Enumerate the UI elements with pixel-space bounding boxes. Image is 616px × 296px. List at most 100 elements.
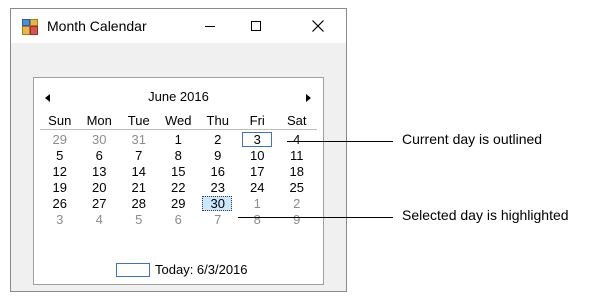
- calendar-week-row: 26 27 28 29 30 1 2: [40, 196, 317, 212]
- close-icon: [312, 20, 324, 32]
- day-number: 13: [92, 164, 107, 179]
- day-number: 30: [210, 196, 225, 211]
- month-calendar-window: Month Calendar June 2016 Sun Mon Tue Wed…: [10, 8, 347, 292]
- day-number: 25: [289, 180, 304, 195]
- day-of-week-label: Mon: [86, 113, 112, 128]
- calendar-day-cell[interactable]: 5: [40, 148, 80, 164]
- calendar-day-cell[interactable]: 9: [277, 212, 317, 228]
- today-link[interactable]: Today: 6/3/2016: [34, 262, 323, 278]
- day-number: 9: [293, 212, 301, 227]
- calendar-day-cell[interactable]: 29: [159, 196, 199, 212]
- day-number: 6: [174, 212, 182, 227]
- day-of-week-header: Sun Mon Tue Wed Thu Fri Sat: [40, 113, 317, 130]
- day-number: 28: [131, 196, 146, 211]
- calendar-day-cell[interactable]: 6: [80, 148, 120, 164]
- day-number: 16: [210, 164, 225, 179]
- form-client-area: June 2016 Sun Mon Tue Wed Thu Fri Sat 29…: [11, 43, 346, 291]
- day-number: 27: [92, 196, 107, 211]
- selected-day-callout-line: [238, 217, 393, 218]
- today-label: Today: 6/3/2016: [155, 262, 248, 277]
- calendar-day-cell[interactable]: 4: [80, 212, 120, 228]
- calendar-day-cell[interactable]: 2: [277, 196, 317, 212]
- current-day-cell[interactable]: 3: [238, 132, 278, 148]
- calendar-day-cell[interactable]: 13: [80, 164, 120, 180]
- calendar-day-cell[interactable]: 29: [40, 132, 80, 148]
- calendar-day-cell[interactable]: 8: [159, 148, 199, 164]
- day-number: 4: [293, 132, 301, 147]
- calendar-day-cell[interactable]: 14: [119, 164, 159, 180]
- calendar-day-cell[interactable]: 8: [238, 212, 278, 228]
- day-number: 18: [289, 164, 304, 179]
- calendar-day-cell[interactable]: 3: [40, 212, 80, 228]
- calendar-day-cell[interactable]: 31: [119, 132, 159, 148]
- day-number: 7: [214, 212, 222, 227]
- calendar-day-cell[interactable]: 30: [80, 132, 120, 148]
- day-number: 29: [52, 132, 67, 147]
- day-of-week-label: Tue: [127, 113, 150, 128]
- calendar-week-row: 12 13 14 15 16 17 18: [40, 164, 317, 180]
- day-of-week-label: Thu: [206, 113, 229, 128]
- day-number: 21: [131, 180, 146, 195]
- calendar-week-row: 29 30 31 1 2 3 4: [40, 132, 317, 148]
- day-number: 17: [250, 164, 265, 179]
- calendar-day-cell[interactable]: 20: [80, 180, 120, 196]
- month-calendar[interactable]: June 2016 Sun Mon Tue Wed Thu Fri Sat 29…: [33, 77, 324, 285]
- selected-day-callout: Selected day is highlighted: [402, 207, 569, 223]
- calendar-day-cell[interactable]: 25: [277, 180, 317, 196]
- calendar-week-row: 19 20 21 22 23 24 25: [40, 180, 317, 196]
- day-number: 8: [174, 148, 182, 163]
- calendar-day-cell[interactable]: 12: [40, 164, 80, 180]
- calendar-day-cell[interactable]: 10: [238, 148, 278, 164]
- day-number: 4: [95, 212, 103, 227]
- day-of-week-label: Wed: [165, 113, 192, 128]
- maximize-icon: [251, 21, 261, 31]
- calendar-week-row: 3 4 5 6 7 8 9: [40, 212, 317, 228]
- calendar-day-cell[interactable]: 17: [238, 164, 278, 180]
- calendar-day-cell[interactable]: 16: [198, 164, 238, 180]
- calendar-day-cell[interactable]: 7: [198, 212, 238, 228]
- calendar-day-cell[interactable]: 21: [119, 180, 159, 196]
- month-title[interactable]: June 2016: [34, 89, 323, 104]
- calendar-day-cell[interactable]: 2: [198, 132, 238, 148]
- current-day-callout: Current day is outlined: [402, 131, 543, 147]
- calendar-day-cell[interactable]: 1: [159, 132, 199, 148]
- calendar-day-cell[interactable]: 7: [119, 148, 159, 164]
- day-of-week-label: Fri: [249, 113, 265, 128]
- minimize-button[interactable]: [187, 9, 233, 43]
- calendar-day-cell[interactable]: 26: [40, 196, 80, 212]
- day-number: 26: [52, 196, 67, 211]
- calendar-day-cell[interactable]: 4: [277, 132, 317, 148]
- today-marker: [116, 263, 150, 277]
- day-number: 11: [290, 148, 304, 163]
- calendar-day-cell[interactable]: 18: [277, 164, 317, 180]
- calendar-day-cell[interactable]: 5: [119, 212, 159, 228]
- next-month-button[interactable]: [301, 90, 317, 106]
- close-button[interactable]: [295, 9, 341, 43]
- day-grid: 29 30 31 1 2 3 4 5 6 7 8 9 10 11 12 13 14 15 16 17 18 19 20 21 2…: [40, 132, 317, 228]
- day-number: 14: [131, 164, 146, 179]
- day-number: 15: [171, 164, 186, 179]
- calendar-day-cell[interactable]: 19: [40, 180, 80, 196]
- day-number: 5: [135, 212, 143, 227]
- day-number: 29: [171, 196, 186, 211]
- calendar-day-cell[interactable]: 22: [159, 180, 199, 196]
- day-number: 1: [174, 132, 182, 147]
- minimize-icon: [205, 26, 215, 27]
- calendar-day-cell[interactable]: 24: [238, 180, 278, 196]
- calendar-day-cell[interactable]: 11: [277, 148, 317, 164]
- calendar-day-cell[interactable]: 27: [80, 196, 120, 212]
- selected-day-cell[interactable]: 30: [198, 196, 238, 212]
- calendar-week-row: 5 6 7 8 9 10 11: [40, 148, 317, 164]
- day-of-week-label: Sun: [48, 113, 72, 128]
- calendar-day-cell[interactable]: 23: [198, 180, 238, 196]
- maximize-button[interactable]: [233, 9, 279, 43]
- day-number: 3: [253, 132, 261, 147]
- calendar-day-cell[interactable]: 28: [119, 196, 159, 212]
- day-number: 31: [131, 132, 146, 147]
- day-number: 30: [92, 132, 107, 147]
- current-day-callout-line: [287, 141, 393, 142]
- calendar-day-cell[interactable]: 9: [198, 148, 238, 164]
- calendar-day-cell[interactable]: 1: [238, 196, 278, 212]
- calendar-day-cell[interactable]: 6: [159, 212, 199, 228]
- calendar-day-cell[interactable]: 15: [159, 164, 199, 180]
